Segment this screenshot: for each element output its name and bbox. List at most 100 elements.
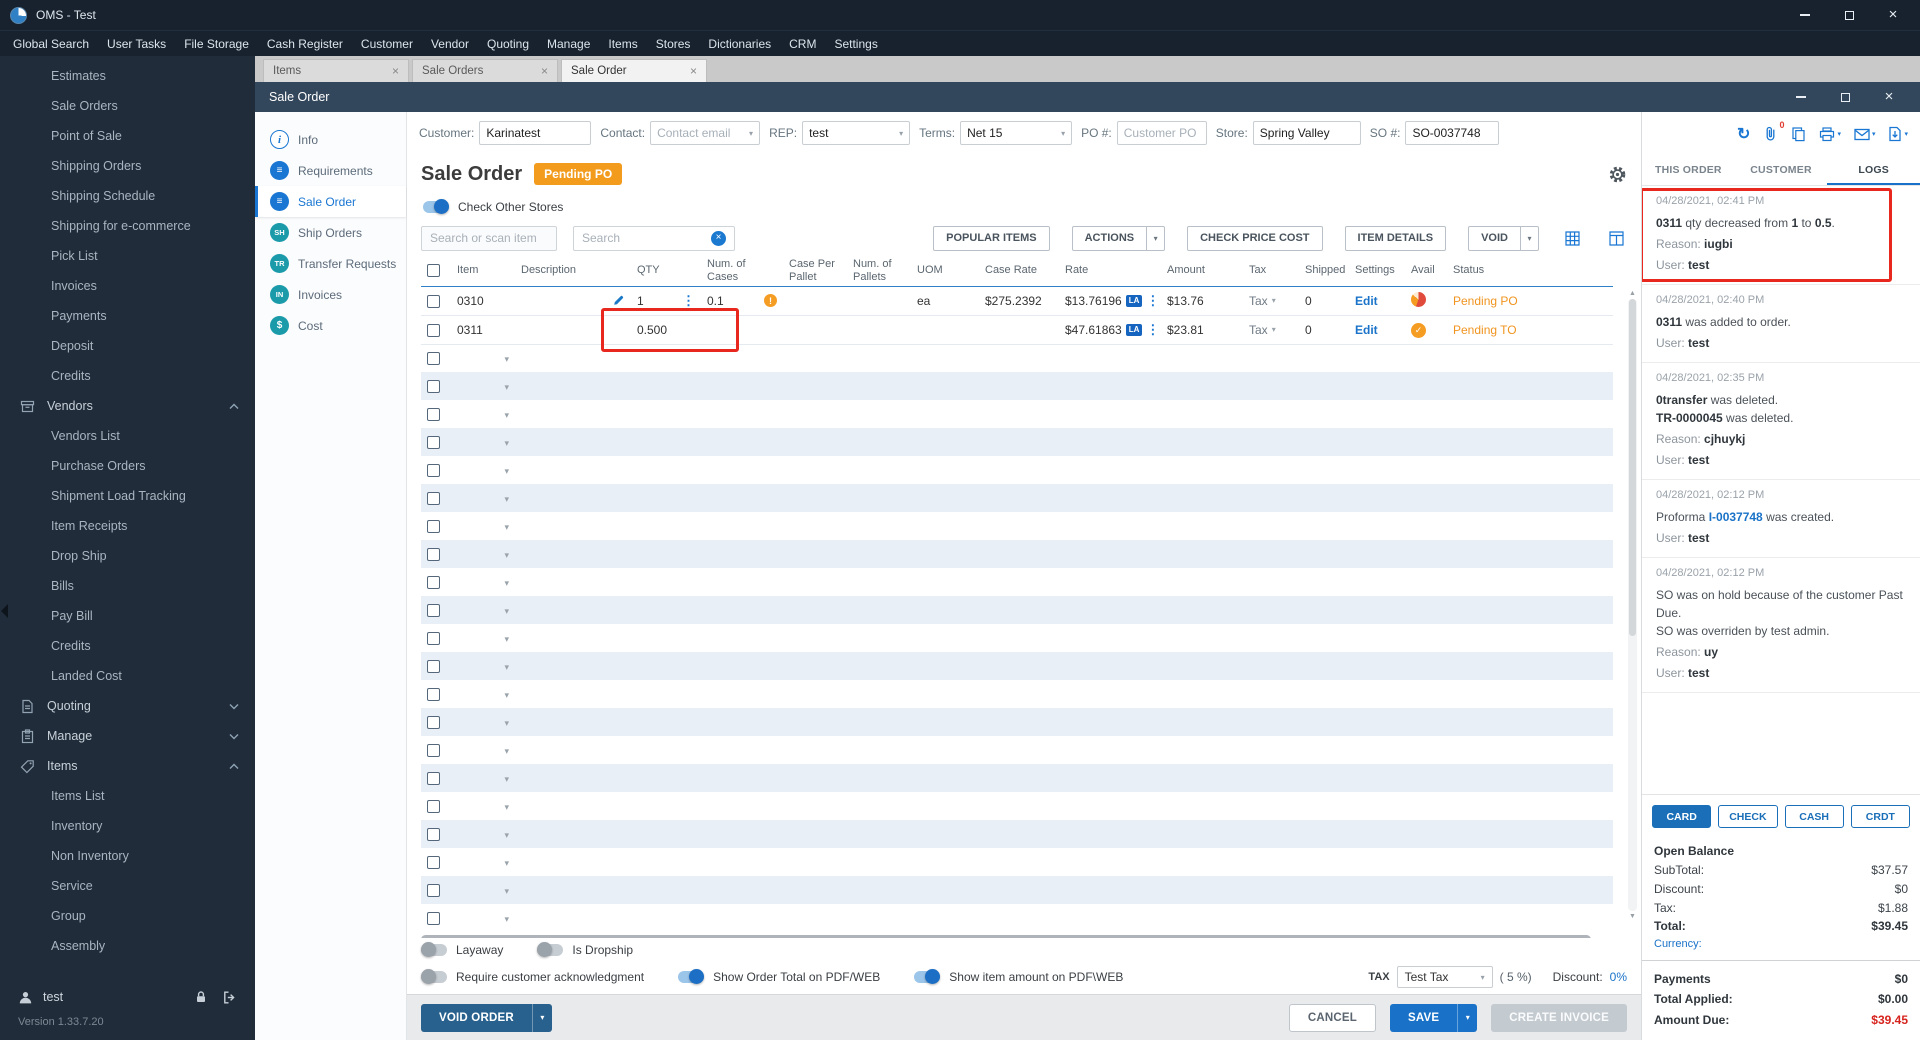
item-select-caret-icon[interactable]: ▾ xyxy=(504,634,509,644)
edit-settings-link[interactable]: Edit xyxy=(1355,323,1378,337)
item-select-caret-icon[interactable]: ▾ xyxy=(504,382,509,392)
inner-maximize-icon[interactable] xyxy=(1838,90,1852,104)
row-checkbox[interactable] xyxy=(427,408,440,422)
copy-icon[interactable] xyxy=(1791,126,1806,142)
menu-item-dictionaries[interactable]: Dictionaries xyxy=(699,33,780,55)
close-tab-icon[interactable]: × xyxy=(392,65,399,77)
sidebar-item-pay-bill[interactable]: Pay Bill xyxy=(0,601,255,631)
item-select-caret-icon[interactable]: ▾ xyxy=(504,774,509,784)
sidebar-item-shipping-schedule[interactable]: Shipping Schedule xyxy=(0,181,255,211)
item-select-caret-icon[interactable]: ▾ xyxy=(504,746,509,756)
void-order-caret-icon[interactable]: ▾ xyxy=(531,1003,552,1032)
inner-close-icon[interactable]: × xyxy=(1882,89,1896,104)
item-select-caret-icon[interactable]: ▾ xyxy=(504,858,509,868)
grid-view-icon[interactable] xyxy=(1561,227,1583,249)
item-select-caret-icon[interactable]: ▾ xyxy=(504,578,509,588)
gear-icon[interactable] xyxy=(1608,165,1627,184)
qty-menu-icon[interactable]: ⋮ xyxy=(682,294,695,307)
menu-item-customer[interactable]: Customer xyxy=(352,33,422,55)
layaway-toggle[interactable] xyxy=(421,942,447,957)
edit-description-icon[interactable] xyxy=(612,294,625,307)
pay-crdt-button[interactable]: CRDT xyxy=(1850,805,1910,829)
void-button[interactable]: VOID xyxy=(1468,225,1521,251)
contact-select[interactable]: Contact email ▾ xyxy=(650,121,761,145)
tab-logs[interactable]: LOGS xyxy=(1827,156,1920,185)
item-select-caret-icon[interactable]: ▾ xyxy=(504,522,509,532)
menu-item-file-storage[interactable]: File Storage xyxy=(175,33,258,55)
item-details-button[interactable]: ITEM DETAILS xyxy=(1344,225,1447,251)
tab-items[interactable]: Items × xyxy=(263,59,409,82)
is-dropship-toggle[interactable] xyxy=(537,942,564,957)
row-checkbox[interactable] xyxy=(427,912,440,926)
menu-item-cash-register[interactable]: Cash Register xyxy=(258,33,352,55)
cancel-button[interactable]: CANCEL xyxy=(1288,1003,1377,1032)
row-checkbox[interactable] xyxy=(427,800,440,814)
row-checkbox[interactable] xyxy=(427,323,440,337)
clear-search-icon[interactable]: × xyxy=(711,230,726,246)
sidebar-item-inventory[interactable]: Inventory xyxy=(0,811,255,841)
menu-item-crm[interactable]: CRM xyxy=(780,33,825,55)
pay-card-button[interactable]: CARD xyxy=(1652,805,1712,829)
sidebar-item-group[interactable]: Group xyxy=(0,901,255,931)
sidebar-item-credits[interactable]: Credits xyxy=(0,631,255,661)
item-select-caret-icon[interactable]: ▾ xyxy=(504,354,509,364)
tax-select[interactable]: Test Tax ▾ xyxy=(1396,966,1493,988)
row-checkbox[interactable] xyxy=(427,632,440,646)
row-checkbox[interactable] xyxy=(427,380,440,394)
row-checkbox[interactable] xyxy=(427,492,440,506)
require-acknowledgment-toggle[interactable] xyxy=(421,969,447,984)
sidebar-item-drop-ship[interactable]: Drop Ship xyxy=(0,541,255,571)
terms-select[interactable]: Net 15 ▾ xyxy=(960,121,1073,145)
maximize-icon[interactable] xyxy=(1842,8,1856,22)
popular-items-button[interactable]: POPULAR ITEMS xyxy=(933,225,1050,251)
select-all-checkbox[interactable] xyxy=(427,264,440,278)
nav-item-invoices[interactable]: IN Invoices xyxy=(255,279,406,310)
void-caret-icon[interactable]: ▾ xyxy=(1521,225,1539,251)
availability-check-icon[interactable]: ✓ xyxy=(1411,322,1426,338)
nav-item-info[interactable]: i Info xyxy=(255,124,406,155)
sidebar-item-bills[interactable]: Bills xyxy=(0,571,255,601)
actions-caret-icon[interactable]: ▾ xyxy=(1147,225,1166,251)
row-checkbox[interactable] xyxy=(427,744,440,758)
show-order-total-toggle[interactable] xyxy=(678,969,705,984)
sidebar-item-pick-list[interactable]: Pick List xyxy=(0,241,255,271)
table-horizontal-scrollbar[interactable] xyxy=(421,934,1627,938)
menu-item-vendor[interactable]: Vendor xyxy=(422,33,478,55)
item-select-caret-icon[interactable]: ▾ xyxy=(504,830,509,840)
check-other-stores-toggle[interactable] xyxy=(423,199,449,214)
menu-item-quoting[interactable]: Quoting xyxy=(478,33,538,55)
sidebar-item-item-receipts[interactable]: Item Receipts xyxy=(0,511,255,541)
row-tax-select[interactable]: Tax ▾ xyxy=(1249,294,1293,308)
sidebar-item-estimates[interactable]: Estimates xyxy=(0,61,255,91)
row-checkbox[interactable] xyxy=(427,856,440,870)
search-input[interactable]: Search × xyxy=(573,225,735,251)
nav-item-ship-orders[interactable]: SH Ship Orders xyxy=(255,217,406,248)
row-checkbox[interactable] xyxy=(427,520,440,534)
item-select-caret-icon[interactable]: ▾ xyxy=(504,690,509,700)
create-invoice-button[interactable]: CREATE INVOICE xyxy=(1491,1003,1627,1032)
sidebar-item-sale-orders[interactable]: Sale Orders xyxy=(0,91,255,121)
row-checkbox[interactable] xyxy=(427,436,440,450)
rate-menu-icon[interactable]: ⋮ xyxy=(1146,323,1159,336)
sidebar-item-shipment-load-tracking[interactable]: Shipment Load Tracking xyxy=(0,481,255,511)
print-icon[interactable]: ▾ xyxy=(1819,126,1841,142)
actions-button[interactable]: ACTIONS xyxy=(1071,225,1148,251)
export-icon[interactable]: ▾ xyxy=(1888,126,1908,142)
menu-item-items[interactable]: Items xyxy=(599,33,646,55)
nav-item-sale-order[interactable]: ≡ Sale Order xyxy=(255,186,406,217)
sidebar-group-quoting[interactable]: Quoting xyxy=(0,691,255,721)
item-select-caret-icon[interactable]: ▾ xyxy=(504,410,509,420)
rep-select[interactable]: test ▾ xyxy=(802,121,911,145)
row-checkbox[interactable] xyxy=(427,716,440,730)
logout-icon[interactable] xyxy=(222,990,237,1005)
nav-item-cost[interactable]: $ Cost xyxy=(255,310,406,341)
attachment-icon[interactable]: 0 xyxy=(1763,120,1784,142)
email-icon[interactable]: ▾ xyxy=(1854,128,1875,141)
item-select-caret-icon[interactable]: ▾ xyxy=(504,438,509,448)
table-vertical-scrollbar[interactable]: ▲ ▼ xyxy=(1627,290,1638,920)
sidebar-item-shipping-for-e-commerce[interactable]: Shipping for e-commerce xyxy=(0,211,255,241)
close-icon[interactable]: × xyxy=(1886,7,1900,22)
sidebar-item-landed-cost[interactable]: Landed Cost xyxy=(0,661,255,691)
minimize-icon[interactable] xyxy=(1798,8,1812,22)
pay-cash-button[interactable]: CASH xyxy=(1784,805,1844,829)
